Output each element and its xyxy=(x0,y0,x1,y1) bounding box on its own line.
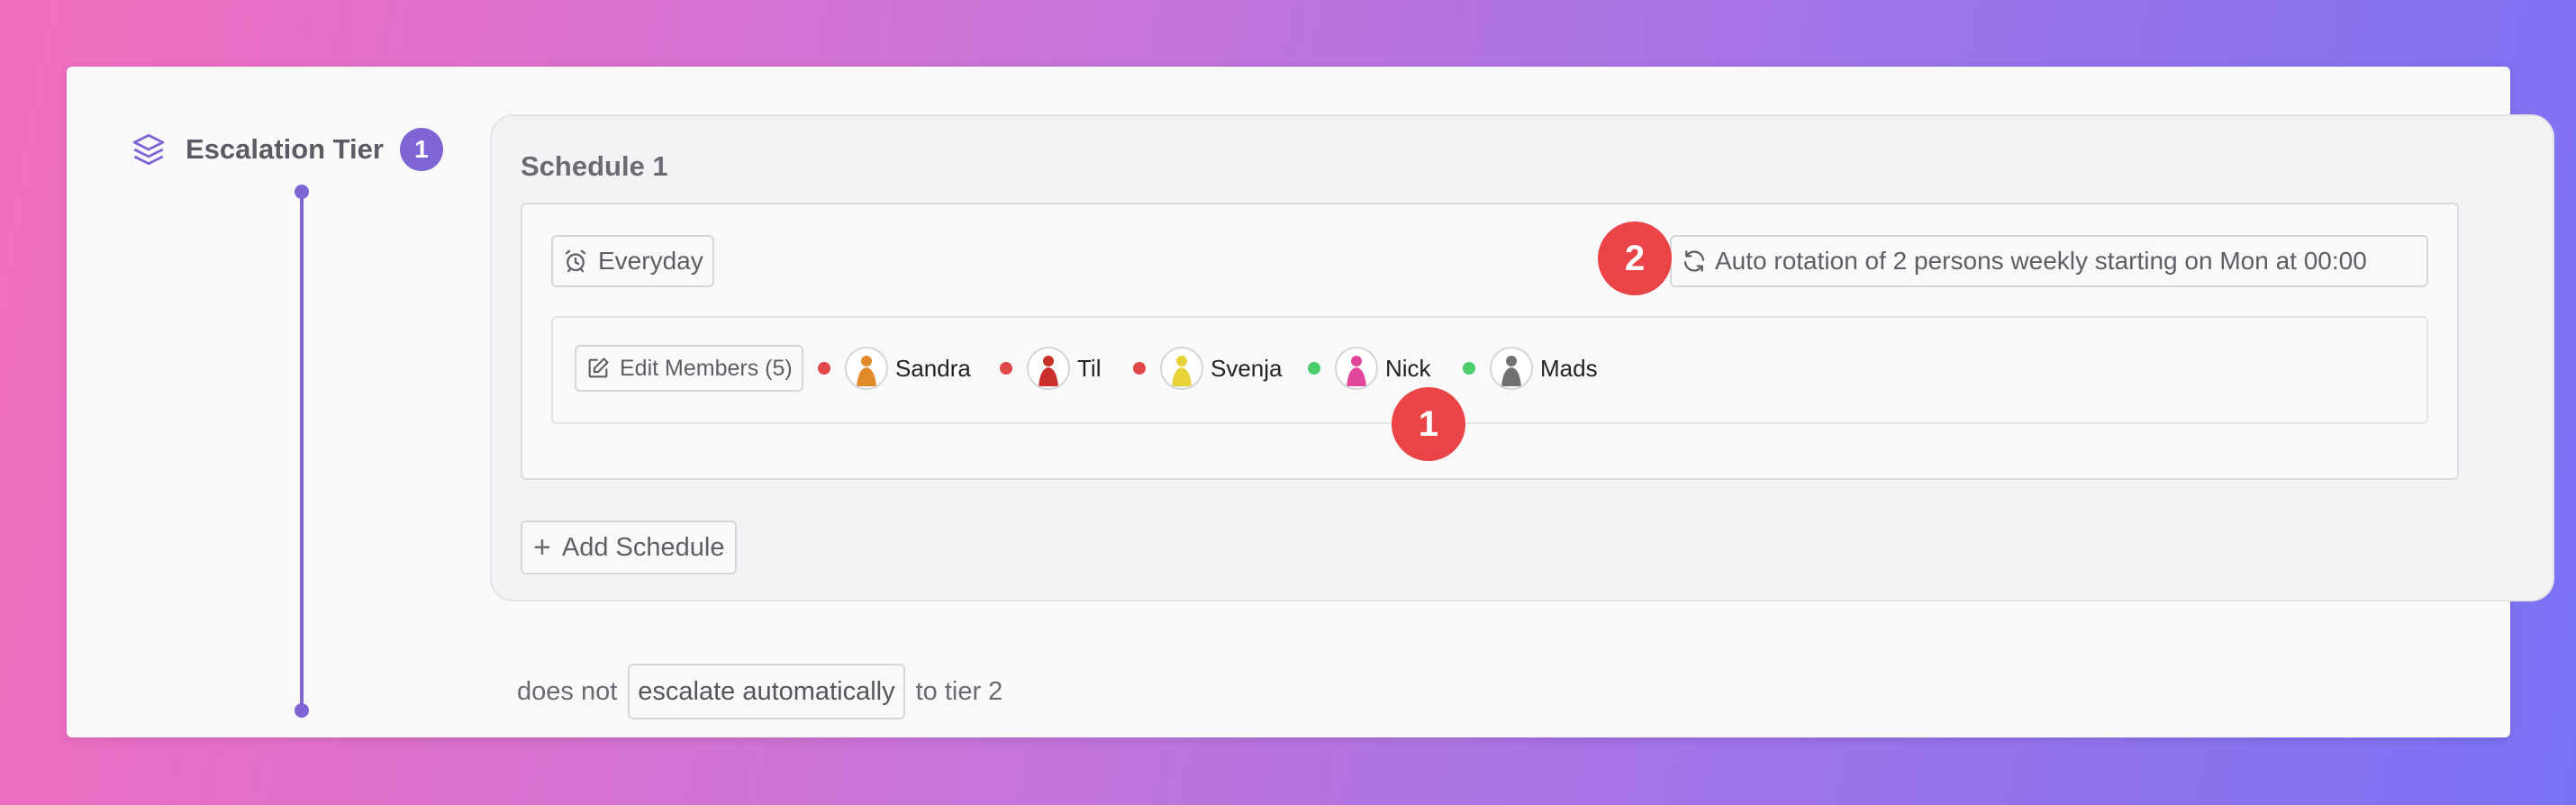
edit-icon xyxy=(588,357,609,378)
escalation-suffix: to tier 2 xyxy=(915,676,1003,706)
rotation-label: Auto rotation of 2 persons weekly starti… xyxy=(1715,247,2367,275)
escalation-tier-card: Escalation Tier 1 Schedule 1 Everyday Au… xyxy=(67,67,2554,737)
annotation-marker-2: 2 xyxy=(1598,222,1672,295)
annotation-marker-1: 1 xyxy=(1392,387,1465,461)
timeline-dot-top xyxy=(295,185,309,199)
member-name: Nick xyxy=(1385,354,1431,382)
member-name: Sandra xyxy=(895,354,971,382)
avatar xyxy=(845,347,888,390)
status-dot-green xyxy=(1463,362,1475,375)
member-item[interactable]: Svenja xyxy=(1133,345,1283,392)
member-name: Mads xyxy=(1540,354,1598,382)
escalation-rule: does not escalate automatically to tier … xyxy=(517,664,1003,719)
tier-header: Escalation Tier 1 xyxy=(130,126,443,173)
plus-icon: + xyxy=(533,529,551,565)
tier-title: Escalation Tier xyxy=(186,133,384,165)
avatar xyxy=(1490,347,1533,390)
member-item[interactable]: Til xyxy=(1000,345,1101,392)
avatar xyxy=(1335,347,1378,390)
add-schedule-label: Add Schedule xyxy=(561,532,725,562)
everyday-label: Everyday xyxy=(598,247,703,275)
schedule-box: Everyday Auto rotation of 2 persons week… xyxy=(521,203,2459,480)
add-schedule-button[interactable]: + Add Schedule xyxy=(521,520,738,574)
escalation-prefix: does not xyxy=(517,676,618,706)
member-item[interactable]: Sandra xyxy=(818,345,971,392)
avatar xyxy=(1027,347,1070,390)
status-dot-red xyxy=(1000,362,1012,375)
escalate-automatically-toggle[interactable]: escalate automatically xyxy=(628,664,905,719)
schedule-panel: Schedule 1 Everyday Auto rotation of 2 p… xyxy=(490,114,2554,601)
rotation-button[interactable]: Auto rotation of 2 persons weekly starti… xyxy=(1670,235,2428,287)
layers-icon xyxy=(130,131,168,168)
edit-members-button[interactable]: Edit Members (5) xyxy=(575,345,803,392)
member-item[interactable]: Nick xyxy=(1308,345,1431,392)
status-dot-red xyxy=(1133,362,1146,375)
member-name: Til xyxy=(1077,354,1102,382)
member-name: Svenja xyxy=(1211,354,1283,382)
avatar xyxy=(1160,347,1203,390)
members-box: Edit Members (5) Sandra Til Svenja Nick … xyxy=(551,316,2428,424)
timeline-dot-bottom xyxy=(295,703,309,718)
status-dot-red xyxy=(818,362,830,375)
refresh-icon xyxy=(1683,250,1705,272)
schedule-title: Schedule 1 xyxy=(521,150,668,182)
status-dot-green xyxy=(1308,362,1320,375)
member-item[interactable]: Mads xyxy=(1463,345,1598,392)
edit-members-label: Edit Members (5) xyxy=(620,355,793,381)
tier-number-badge: 1 xyxy=(399,128,443,171)
everyday-button[interactable]: Everyday xyxy=(551,235,714,287)
timeline-line xyxy=(300,192,304,710)
alarm-clock-icon xyxy=(565,249,586,273)
